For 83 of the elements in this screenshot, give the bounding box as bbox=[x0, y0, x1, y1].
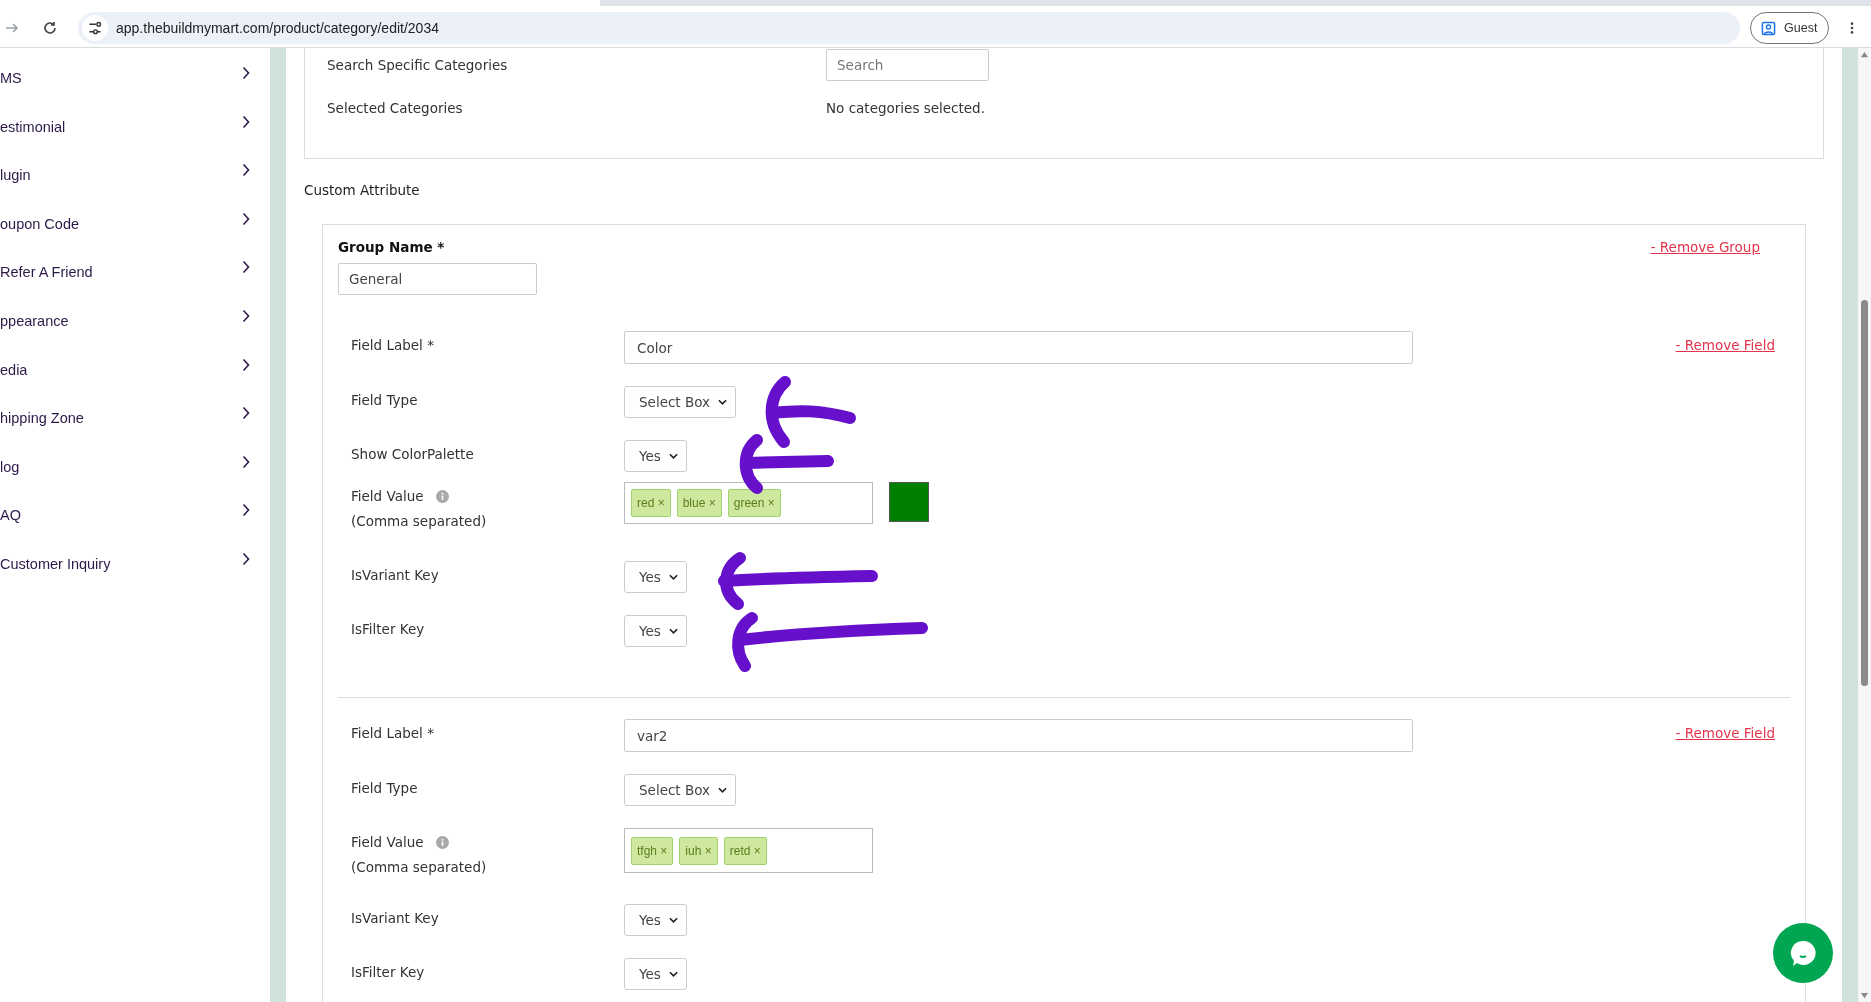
chevron-right-icon bbox=[242, 308, 250, 323]
sidebar-item[interactable]: oupon Code bbox=[0, 209, 270, 259]
profile-button[interactable]: Guest bbox=[1750, 12, 1829, 44]
sidebar-item[interactable]: MS bbox=[0, 64, 270, 113]
text-field[interactable]: Color bbox=[624, 331, 1413, 364]
field-label: Field Label * bbox=[351, 337, 434, 353]
tags-field[interactable]: tfgh × iuh × retd × bbox=[624, 828, 873, 873]
field-label: Show ColorPalette bbox=[351, 446, 474, 462]
remove-field-link[interactable]: - Remove Field bbox=[1675, 331, 1775, 353]
tag: iuh × bbox=[679, 836, 718, 865]
field-label: Field Value bbox=[351, 488, 424, 504]
chevron-right-icon bbox=[242, 260, 250, 275]
field-label: Field Type bbox=[351, 392, 418, 408]
sidebar-item[interactable]: log bbox=[0, 452, 270, 502]
chevron-right-icon bbox=[242, 357, 250, 372]
select-dropdown[interactable]: Yes bbox=[624, 615, 687, 647]
field-label: Search Specific Categories bbox=[327, 57, 509, 73]
section-title: Custom Attribute bbox=[304, 182, 421, 198]
selected-categories-text: No categories selected. bbox=[826, 100, 985, 116]
sidebar-item[interactable]: hipping Zone bbox=[0, 404, 270, 453]
chevron-right-icon bbox=[242, 503, 250, 518]
tag: blue × bbox=[676, 489, 722, 517]
remove-group-link[interactable]: - Remove Group bbox=[1650, 239, 1760, 255]
select-dropdown[interactable]: Yes bbox=[624, 440, 687, 472]
site-settings-icon[interactable] bbox=[82, 15, 108, 41]
chat-bubble-icon bbox=[1788, 938, 1818, 968]
tag: retd × bbox=[723, 836, 767, 865]
caret-icon bbox=[668, 453, 678, 459]
select-dropdown[interactable]: Yes bbox=[624, 904, 687, 936]
field-note: (Comma separated) bbox=[351, 513, 488, 529]
chevron-right-icon bbox=[242, 406, 250, 421]
sidebar-item[interactable]: ppearance bbox=[0, 306, 270, 356]
sidebar-item[interactable]: lugin bbox=[0, 161, 270, 210]
chat-button[interactable] bbox=[1773, 923, 1833, 983]
select-dropdown[interactable]: Select Box bbox=[624, 774, 737, 806]
caret-icon bbox=[718, 787, 728, 793]
chevron-right-icon bbox=[242, 211, 250, 226]
field-label: Selected Categories bbox=[327, 100, 464, 116]
group-name-label: Group Name * bbox=[338, 239, 446, 255]
reload-icon[interactable] bbox=[42, 20, 58, 36]
remove-field-link[interactable]: - Remove Field bbox=[1675, 719, 1775, 741]
sidebar-item[interactable]: estimonial bbox=[0, 112, 270, 162]
caret-icon bbox=[668, 574, 678, 580]
search-field[interactable]: Search bbox=[826, 49, 989, 81]
tags-field[interactable]: red × blue × green × bbox=[624, 482, 873, 524]
chevron-right-icon bbox=[242, 114, 250, 129]
sidebar-item[interactable]: AQ bbox=[0, 501, 270, 550]
tag: green × bbox=[727, 489, 781, 517]
select-dropdown[interactable]: Select Box bbox=[624, 386, 737, 418]
scrollbar-thumb[interactable] bbox=[1861, 300, 1868, 686]
field-note: (Comma separated) bbox=[351, 859, 488, 875]
select-dropdown[interactable]: Yes bbox=[624, 958, 687, 990]
field-label: IsFilter Key bbox=[351, 964, 425, 980]
field-label: Field Label * bbox=[351, 725, 434, 741]
field-label: IsFilter Key bbox=[351, 621, 425, 637]
chevron-right-icon bbox=[242, 551, 250, 566]
info-icon bbox=[435, 835, 449, 849]
field-label: Field Value bbox=[351, 834, 424, 850]
caret-icon bbox=[668, 971, 678, 977]
chevron-right-icon bbox=[242, 66, 250, 80]
more-menu-icon[interactable] bbox=[1850, 21, 1854, 35]
scroll-down-icon[interactable] bbox=[1860, 992, 1869, 999]
select-dropdown[interactable]: Yes bbox=[624, 561, 687, 593]
caret-icon bbox=[668, 917, 678, 923]
group-name-field[interactable]: General bbox=[338, 263, 537, 295]
scroll-up-icon[interactable] bbox=[1860, 51, 1869, 58]
tag: red × bbox=[631, 489, 671, 517]
url-text: app.thebuildmymart.com/product/category/edit/2034 bbox=[116, 20, 439, 36]
tag: tfgh × bbox=[631, 836, 674, 865]
chevron-right-icon bbox=[242, 454, 250, 469]
info-icon bbox=[435, 489, 449, 503]
sidebar-item[interactable]: edia bbox=[0, 355, 270, 405]
sidebar-item[interactable]: Refer A Friend bbox=[0, 258, 270, 307]
sidebar-item[interactable]: Customer Inquiry bbox=[0, 549, 270, 599]
address-bar[interactable]: app.thebuildmymart.com/product/category/edit/2034 bbox=[78, 12, 1740, 44]
person-icon bbox=[1761, 20, 1776, 36]
text-field[interactable]: var2 bbox=[624, 719, 1413, 752]
caret-icon bbox=[668, 628, 678, 634]
field-label: IsVariant Key bbox=[351, 567, 439, 583]
caret-icon bbox=[718, 399, 728, 405]
field-label: IsVariant Key bbox=[351, 910, 439, 926]
chevron-right-icon bbox=[242, 163, 250, 178]
field-label: Field Type bbox=[351, 780, 418, 796]
